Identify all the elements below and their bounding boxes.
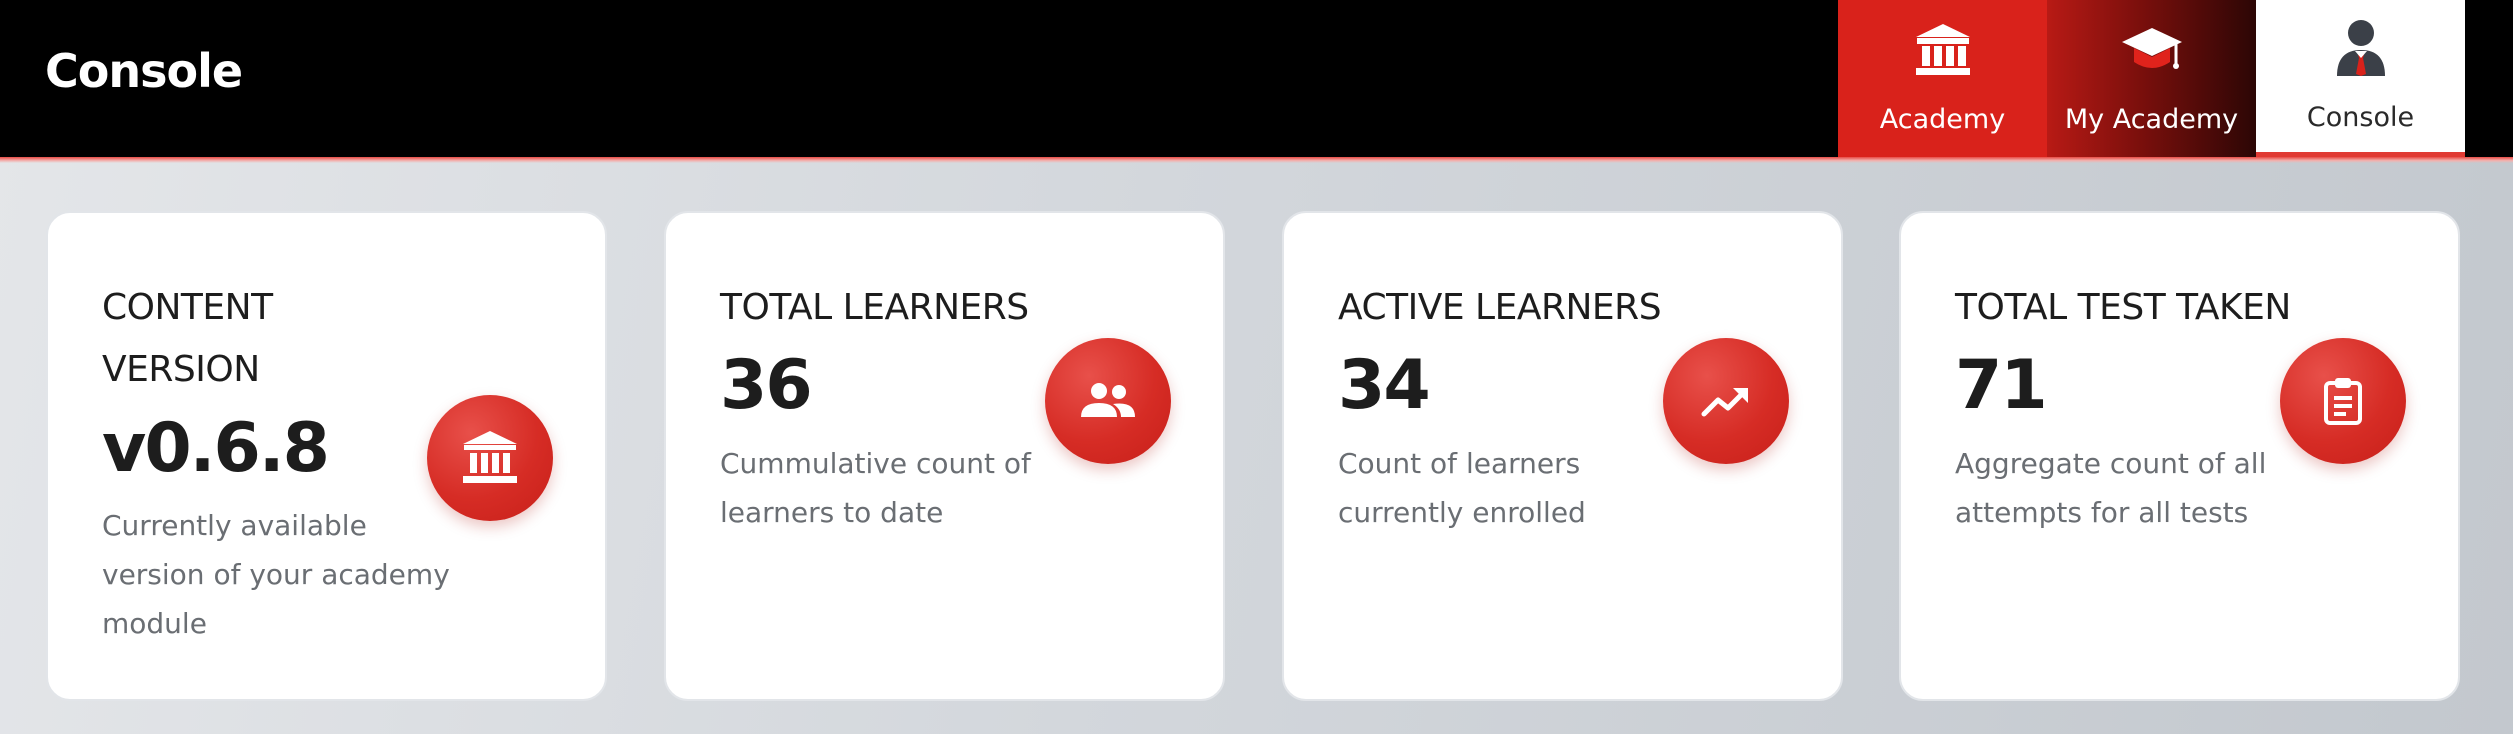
card-title: CONTENT VERSION — [102, 277, 273, 401]
graduation-cap-icon — [2121, 28, 2182, 69]
active-learners-value: 34 — [1338, 346, 1431, 425]
bank-icon — [1915, 24, 1970, 75]
total-learners-value: 36 — [720, 346, 813, 425]
total-learners-card: TOTAL LEARNERS 36 Cummulative count of l… — [664, 211, 1225, 701]
nav-tab-academy-label: Academy — [1879, 104, 2006, 135]
card-description-line: attempts for all tests — [1955, 496, 2249, 529]
trending-up-icon — [1701, 388, 1748, 417]
page-title: Console — [45, 44, 243, 98]
card-description-line: currently enrolled — [1338, 496, 1586, 529]
card-description-line: Cummulative count of — [720, 447, 1031, 480]
nav-tab-academy[interactable]: Academy — [1838, 0, 2047, 157]
main-nav: Academy My Academy Console — [1838, 0, 2465, 157]
total-test-taken-value: 71 — [1955, 346, 2048, 425]
user-icon — [2336, 20, 2385, 76]
people-icon — [1081, 383, 1135, 417]
content-version-card: CONTENT VERSION v0.6.8 Currently availab… — [46, 211, 607, 701]
clipboard-icon — [2324, 378, 2362, 425]
card-description-line: learners to date — [720, 496, 944, 529]
card-description-line: Aggregate count of all — [1955, 447, 2267, 480]
card-title: TOTAL TEST TAKEN — [1955, 287, 2291, 328]
content-version-value: v0.6.8 — [102, 409, 330, 488]
card-icon-badge — [1045, 338, 1171, 464]
card-description-line: Count of learners — [1338, 447, 1581, 480]
card-description: Cummulative count of learners to date — [720, 439, 1031, 537]
active-learners-card: ACTIVE LEARNERS 34 Count of learners cur… — [1282, 211, 1843, 701]
nav-tab-my-academy-label: My Academy — [2064, 104, 2239, 135]
nav-tab-my-academy[interactable]: My Academy — [2047, 0, 2256, 157]
nav-tab-console[interactable]: Console — [2256, 0, 2465, 157]
top-navigation-bar: Console Academy My Academy Console — [0, 0, 2513, 157]
card-description: Aggregate count of all attempts for all … — [1955, 439, 2266, 537]
card-icon-badge — [427, 395, 553, 521]
card-description: Currently available version of your acad… — [102, 501, 450, 648]
nav-tab-console-label: Console — [2306, 102, 2415, 133]
card-description-line: module — [102, 607, 207, 640]
header-accent-line — [0, 157, 2513, 163]
card-description-line: Currently available — [102, 509, 367, 542]
total-test-taken-card: TOTAL TEST TAKEN 71 Aggregate count of a… — [1899, 211, 2460, 701]
card-title: TOTAL LEARNERS — [720, 287, 1029, 328]
card-icon-badge — [2280, 338, 2406, 464]
card-title: ACTIVE LEARNERS — [1338, 287, 1662, 328]
bank-icon — [463, 431, 517, 483]
card-description: Count of learners currently enrolled — [1338, 439, 1586, 537]
card-icon-badge — [1663, 338, 1789, 464]
card-title-line: CONTENT — [102, 287, 273, 328]
card-description-line: version of your academy — [102, 558, 450, 591]
card-title-line: VERSION — [102, 349, 260, 390]
